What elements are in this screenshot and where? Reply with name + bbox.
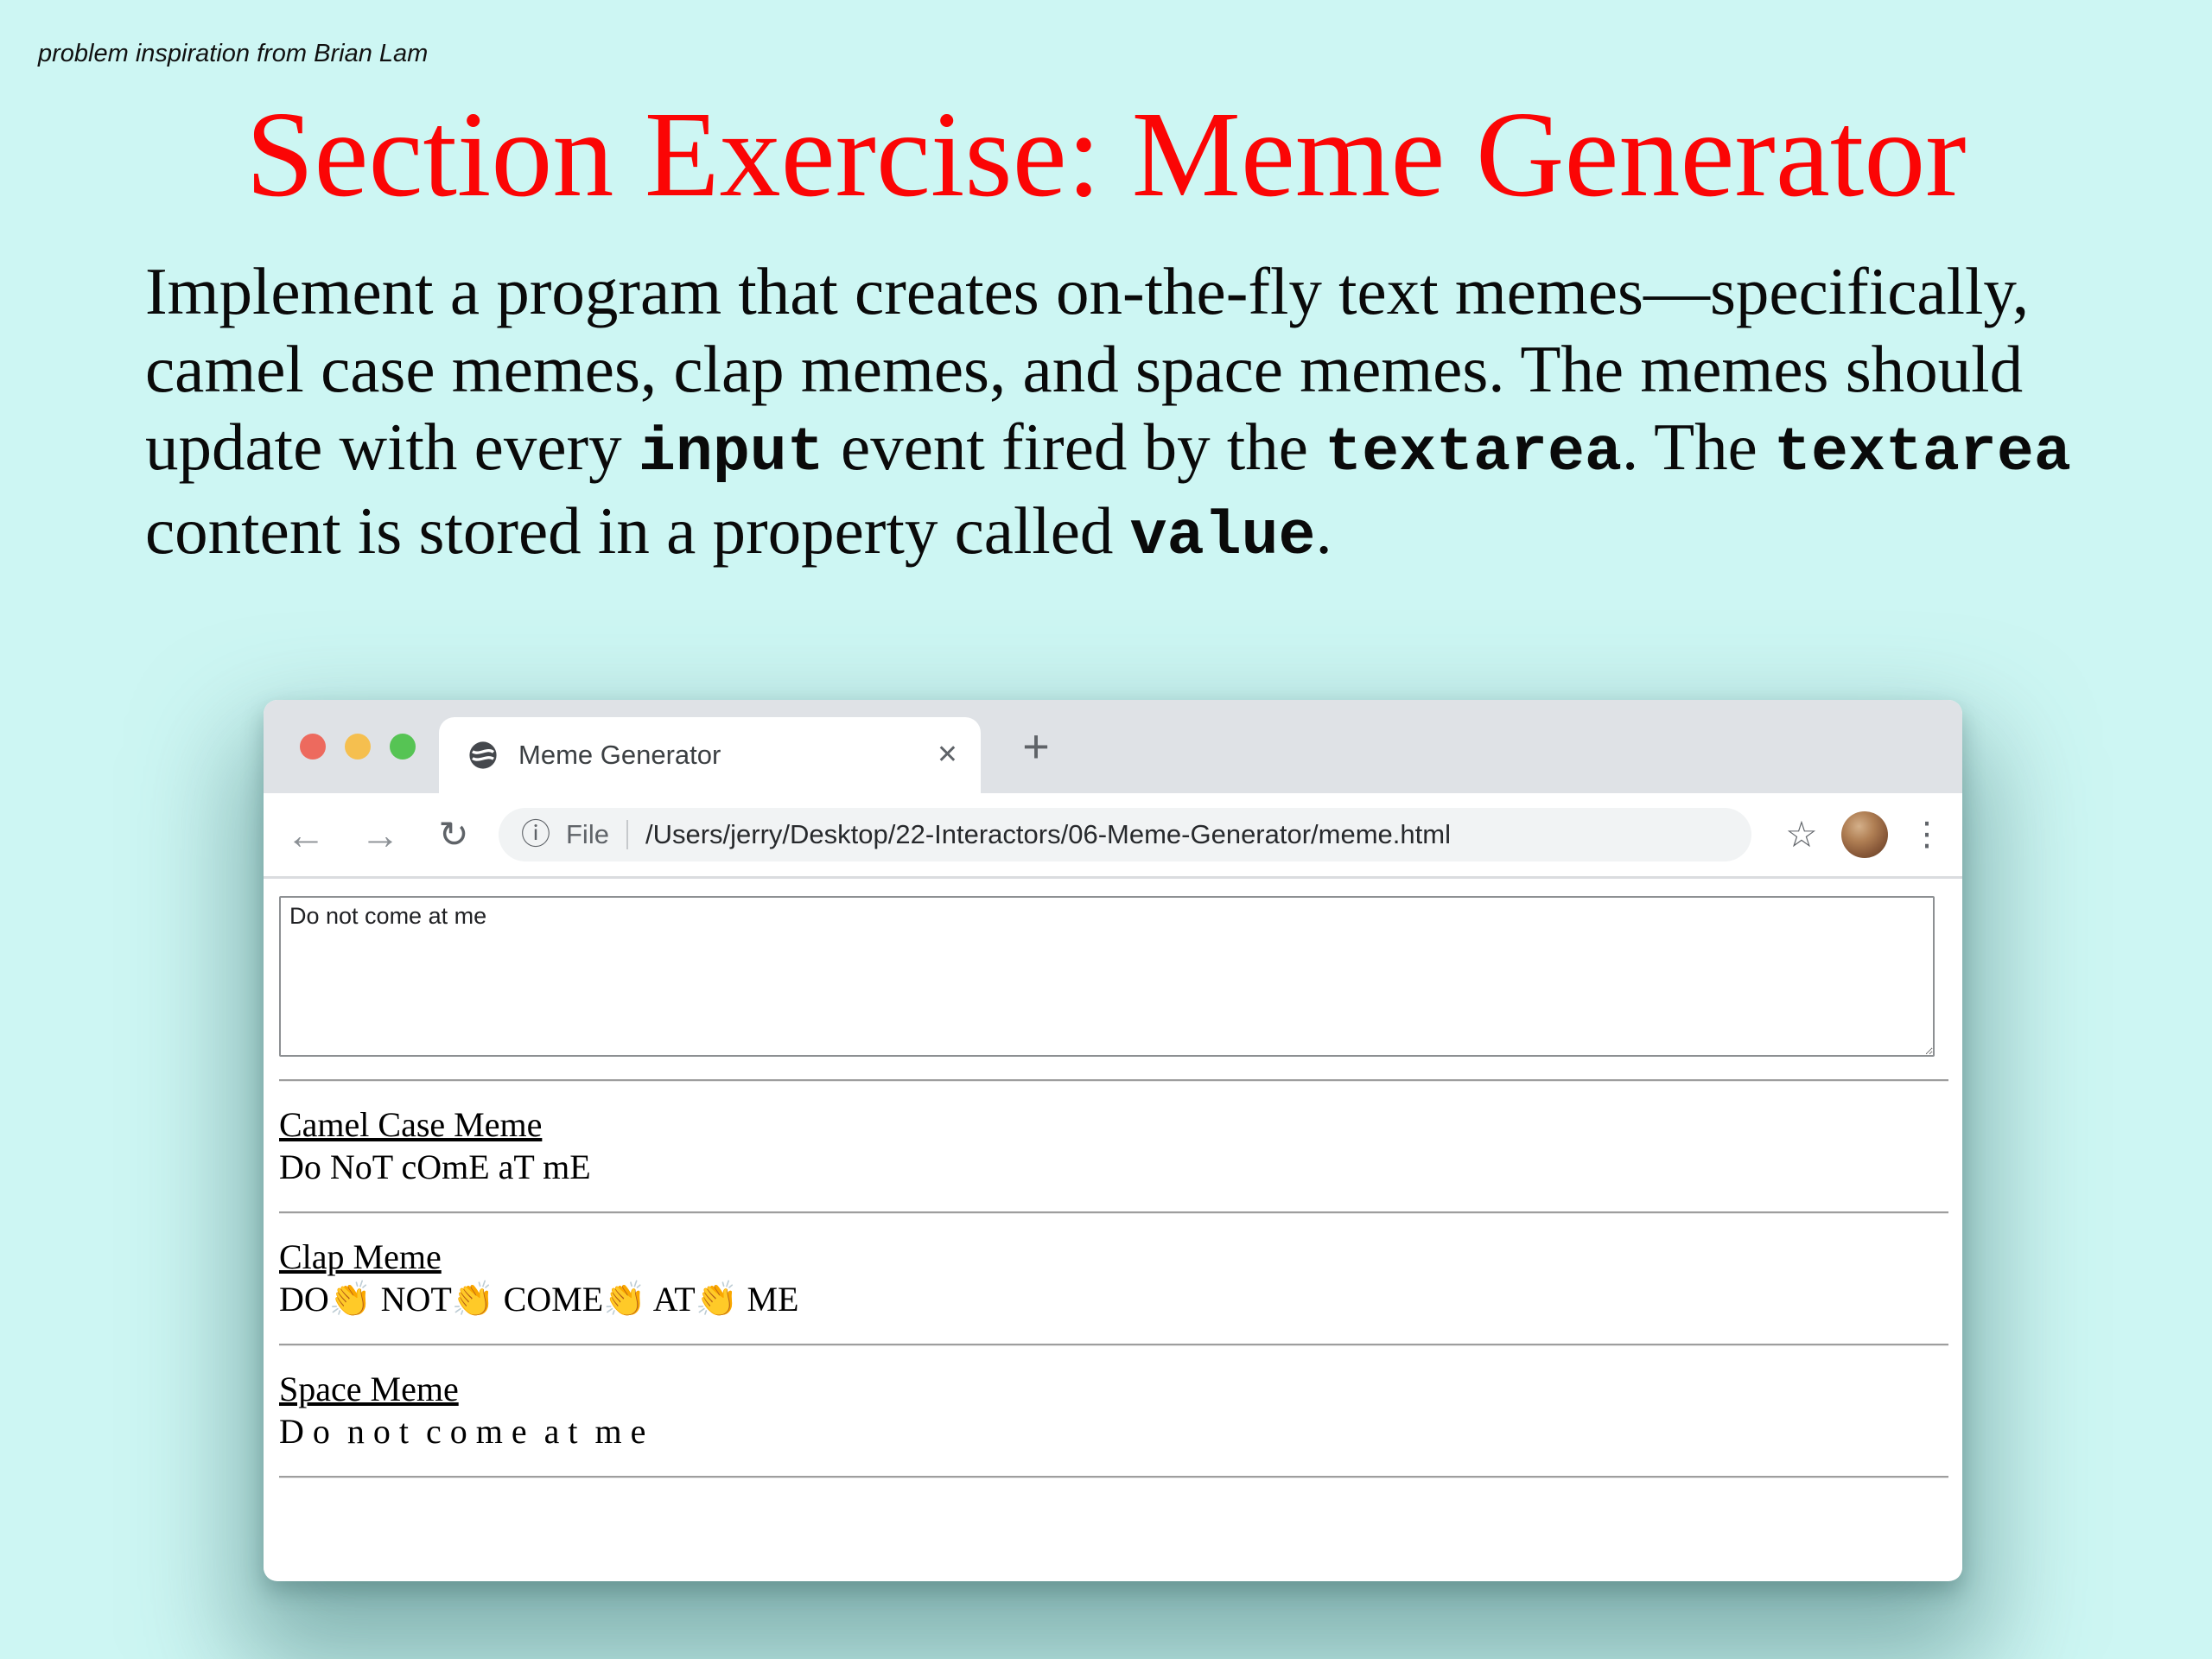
camel-case-meme-heading: Camel Case Meme (279, 1104, 1948, 1146)
menu-kebab-icon[interactable]: ⋮ (1910, 818, 1936, 851)
credit-note: problem inspiration from Brian Lam (38, 40, 428, 68)
divider (279, 1476, 1948, 1478)
zoom-window-button[interactable] (390, 734, 416, 760)
intro-paragraph: Implement a program that creates on-the-… (145, 252, 2133, 575)
slide: problem inspiration from Brian Lam Secti… (0, 0, 2212, 1659)
divider (279, 1211, 1948, 1214)
camel-case-meme-output: Do NoT cOmE aT mE (279, 1146, 1948, 1189)
divider (279, 1079, 1948, 1082)
profile-avatar[interactable] (1841, 811, 1888, 858)
back-button[interactable]: ← (286, 815, 326, 855)
tab-title: Meme Generator (518, 740, 937, 771)
traffic-lights (300, 734, 416, 760)
space-meme-output: D o n o t c o m e a t m e (279, 1410, 1948, 1453)
globe-favicon-icon (468, 741, 498, 770)
browser-toolbar: ← → ↻ ⓘ File /Users/jerry/Desktop/22-Int… (264, 793, 1962, 879)
space-meme-heading: Space Meme (279, 1369, 1948, 1410)
info-icon[interactable]: ⓘ (521, 820, 550, 849)
tab-meme-generator[interactable]: Meme Generator ✕ (439, 717, 981, 793)
clap-meme-output: DO👏 NOT👏 COME👏 AT👏 ME (279, 1278, 1948, 1321)
web-page-content: Do not come at me Camel Case Meme Do NoT… (264, 879, 1962, 1579)
bookmark-star-icon[interactable]: ☆ (1783, 817, 1821, 853)
divider (279, 1344, 1948, 1346)
forward-button[interactable]: → (360, 815, 400, 855)
clap-meme-heading: Clap Meme (279, 1236, 1948, 1278)
page-title: Section Exercise: Meme Generator (0, 90, 2212, 219)
meme-textarea[interactable]: Do not come at me (279, 896, 1935, 1057)
address-divider (626, 820, 628, 849)
close-window-button[interactable] (300, 734, 326, 760)
scheme-label: File (566, 819, 609, 850)
new-tab-button[interactable]: + (1012, 721, 1060, 772)
address-bar[interactable]: ⓘ File /Users/jerry/Desktop/22-Interacto… (499, 808, 1751, 861)
browser-window: Meme Generator ✕ + ← → ↻ ⓘ File /Users/j… (264, 700, 1962, 1581)
url-text: /Users/jerry/Desktop/22-Interactors/06-M… (645, 819, 1729, 850)
tab-close-icon[interactable]: ✕ (937, 742, 958, 768)
reload-button[interactable]: ↻ (435, 817, 473, 853)
minimize-window-button[interactable] (345, 734, 371, 760)
tab-strip: Meme Generator ✕ + (264, 700, 1962, 793)
